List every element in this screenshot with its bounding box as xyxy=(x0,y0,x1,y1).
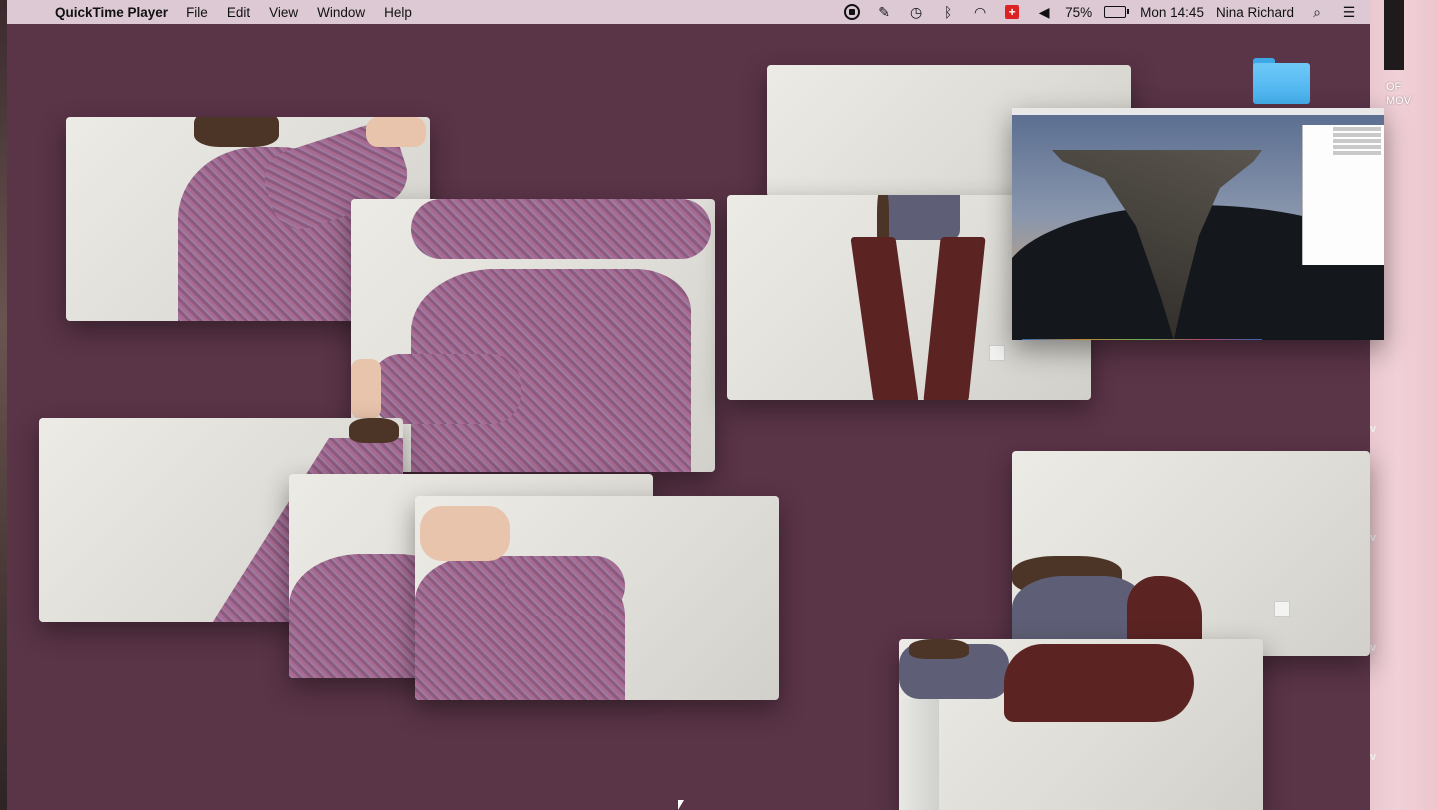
menu-file[interactable]: File xyxy=(186,5,208,20)
user-name[interactable]: Nina Richard xyxy=(1216,5,1294,20)
menu-window[interactable]: Window xyxy=(317,5,365,20)
mini-dock xyxy=(1022,339,1262,340)
menu-view[interactable]: View xyxy=(269,5,298,20)
battery-percent: 75% xyxy=(1065,4,1093,20)
video-window-5[interactable] xyxy=(415,496,779,700)
trouser-leg-right xyxy=(923,237,986,400)
time-machine-icon[interactable]: ◷ xyxy=(905,3,927,21)
curtain xyxy=(899,699,939,810)
menu-help[interactable]: Help xyxy=(384,5,412,20)
screen-record-icon[interactable] xyxy=(841,3,863,21)
chevron-down-icon[interactable]: v xyxy=(1370,532,1376,544)
chevron-down-icon[interactable]: v xyxy=(1370,751,1376,763)
video-window-9[interactable] xyxy=(899,639,1263,810)
spotlight-search-icon[interactable]: ⌕ xyxy=(1306,3,1328,21)
menu-edit[interactable]: Edit xyxy=(227,5,250,20)
input-source-flag-icon[interactable]: + xyxy=(1001,3,1023,21)
folder-icon[interactable] xyxy=(1253,58,1310,104)
desktop-edge-left xyxy=(0,0,7,810)
wifi-icon[interactable]: ◠ xyxy=(969,3,991,21)
chevron-down-icon[interactable]: v xyxy=(1370,642,1376,654)
app-name-menu[interactable]: QuickTime Player xyxy=(55,5,168,20)
trouser-leg-left xyxy=(850,237,919,400)
status-area: ✎ ◷ ᛒ ◠ + ◀ 75% Mon 14:45 Nina Richard ⌕… xyxy=(841,0,1370,24)
chevron-down-icon[interactable]: v xyxy=(1370,423,1376,435)
file-label[interactable]: OF MOV xyxy=(1386,80,1426,108)
mouse-pointer-icon xyxy=(678,800,684,810)
volume-icon[interactable]: ◀ xyxy=(1033,3,1055,21)
light-switch xyxy=(989,345,1005,361)
notification-center-icon[interactable]: ☰ xyxy=(1338,3,1360,21)
video-window-7[interactable] xyxy=(1012,108,1384,340)
signature-icon[interactable]: ✎ xyxy=(873,3,895,21)
video-window-8[interactable] xyxy=(1012,451,1370,656)
hands xyxy=(420,506,510,561)
mini-menubar xyxy=(1012,108,1384,115)
bluetooth-icon[interactable]: ᛒ xyxy=(937,3,959,21)
clock[interactable]: Mon 14:45 xyxy=(1140,5,1204,20)
battery-icon[interactable] xyxy=(1104,3,1130,21)
menu-bar: QuickTime Player File Edit View Window H… xyxy=(7,0,1370,24)
dark-window-sliver xyxy=(1384,0,1404,70)
video-window-2[interactable] xyxy=(351,199,715,472)
mini-finder-panel xyxy=(1302,125,1384,265)
